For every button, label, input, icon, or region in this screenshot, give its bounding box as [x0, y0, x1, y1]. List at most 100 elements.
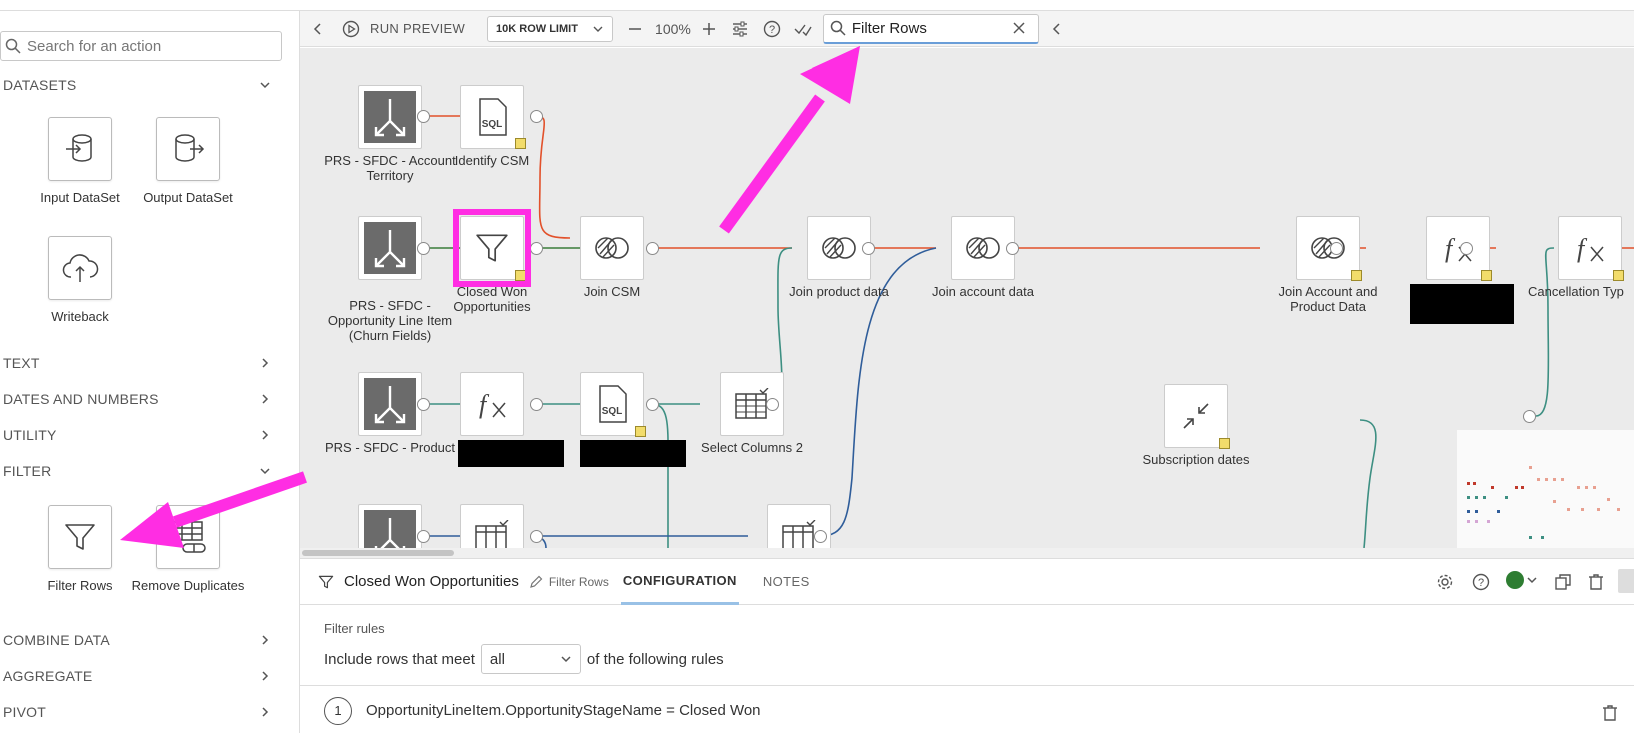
canvas-horizontal-scrollbar[interactable]: [300, 548, 1634, 558]
status-dot: [1506, 571, 1524, 589]
collapse-button[interactable]: [1051, 22, 1063, 36]
svg-text:?: ?: [769, 24, 775, 36]
chevron-down-icon: [260, 82, 270, 89]
node-join-csm[interactable]: [580, 216, 644, 280]
row-limit-dropdown[interactable]: 10K ROW LIMIT: [487, 15, 614, 42]
chevron-right-icon: [262, 394, 269, 404]
output-port[interactable]: [646, 242, 659, 255]
select-columns-icon: [782, 520, 816, 548]
search-icon: [5, 38, 21, 54]
canvas-search-box[interactable]: [822, 13, 1039, 44]
chevron-down-icon: [260, 468, 270, 475]
section-utility[interactable]: UTILITY: [3, 423, 271, 447]
section-pivot[interactable]: PIVOT: [3, 700, 271, 724]
output-port[interactable]: [1330, 242, 1343, 255]
help-button[interactable]: ?: [763, 20, 781, 38]
chevron-right-icon: [262, 671, 269, 681]
output-port[interactable]: [1460, 242, 1473, 255]
zoom-in-button[interactable]: [701, 21, 717, 37]
output-port[interactable]: [814, 530, 827, 543]
filter-rule[interactable]: 1 OpportunityLineItem.OpportunityStageNa…: [300, 685, 1634, 733]
tile-label: Remove Duplicates: [131, 578, 245, 593]
output-port[interactable]: [646, 398, 659, 411]
section-label: AGGREGATE: [3, 668, 93, 684]
tab-configuration[interactable]: CONFIGURATION: [620, 559, 739, 605]
help-button[interactable]: ?: [1472, 573, 1490, 596]
close-icon[interactable]: [1012, 21, 1026, 35]
canvas-search-input[interactable]: [851, 19, 1012, 37]
status-dropdown[interactable]: [1506, 571, 1538, 589]
plus-icon: [702, 22, 715, 35]
section-label: FILTER: [3, 463, 52, 479]
tile-output-dataset[interactable]: Output DataSet: [118, 117, 258, 205]
canvas-search[interactable]: [822, 13, 1039, 44]
output-port[interactable]: [862, 242, 875, 255]
section-text[interactable]: TEXT: [3, 351, 271, 375]
action-search[interactable]: [0, 31, 282, 61]
tile-remove-duplicates[interactable]: Remove Duplicates: [118, 505, 258, 593]
output-port[interactable]: [1523, 410, 1536, 423]
node-select-columns-row4[interactable]: [460, 504, 524, 548]
trash-icon: [1589, 574, 1603, 590]
row-limit-select[interactable]: 10K ROW LIMIT: [487, 15, 614, 42]
run-preview-button[interactable]: RUN PREVIEW: [342, 20, 465, 38]
tile-writeback[interactable]: Writeback: [10, 236, 150, 324]
output-port[interactable]: [530, 242, 543, 255]
minimap[interactable]: [1457, 430, 1634, 548]
settings-button[interactable]: [1436, 573, 1454, 596]
match-mode-select[interactable]: all: [480, 644, 581, 674]
note-icon[interactable]: [515, 138, 526, 149]
dataflow-canvas[interactable]: PRS - SFDC - Account Territory SQL Ident…: [300, 48, 1634, 548]
output-dataset-icon: [156, 117, 220, 181]
match-mode-value: all: [489, 650, 505, 668]
tab-notes[interactable]: NOTES: [763, 559, 810, 605]
duplicate-button[interactable]: [1554, 573, 1572, 596]
output-port[interactable]: [530, 530, 543, 543]
note-icon[interactable]: [1613, 270, 1624, 281]
output-port[interactable]: [417, 530, 430, 543]
node-formula-2[interactable]: f: [460, 372, 524, 436]
section-label: PIVOT: [3, 704, 47, 720]
output-port[interactable]: [1006, 242, 1019, 255]
output-port[interactable]: [530, 398, 543, 411]
formula-icon: f: [1577, 234, 1604, 263]
help-icon: ?: [763, 20, 781, 37]
copy-icon: [1555, 574, 1571, 590]
include-prefix: Include rows that meet: [324, 650, 475, 668]
action-search-input[interactable]: [27, 37, 267, 55]
output-port[interactable]: [417, 110, 430, 123]
chevron-down-icon: [1527, 577, 1537, 584]
note-icon[interactable]: [1351, 270, 1362, 281]
tile-name[interactable]: Closed Won Opportunities: [344, 573, 519, 590]
pencil-icon[interactable]: [529, 575, 543, 589]
note-icon[interactable]: [1219, 438, 1230, 449]
output-port[interactable]: [417, 242, 430, 255]
settings-sliders-button[interactable]: [731, 20, 749, 38]
note-icon[interactable]: [1481, 270, 1492, 281]
node-prs-product[interactable]: [358, 372, 422, 436]
delete-button[interactable]: [1588, 573, 1604, 596]
svg-text:?: ?: [1478, 577, 1484, 589]
section-dates-numbers[interactable]: DATES AND NUMBERS: [3, 387, 271, 411]
row-limit-value: 10K ROW LIMIT: [496, 22, 578, 35]
back-button[interactable]: [312, 22, 324, 36]
select-columns-icon: [475, 520, 509, 548]
section-filter[interactable]: FILTER: [3, 459, 271, 483]
node-prs-account-territory[interactable]: [358, 85, 422, 149]
section-datasets[interactable]: DATASETS: [3, 73, 271, 97]
node-dataset-row4[interactable]: [358, 504, 422, 548]
delete-rule-button[interactable]: [1602, 704, 1618, 726]
note-icon[interactable]: [635, 426, 646, 437]
validate-button[interactable]: [793, 20, 813, 38]
node-prs-opportunity[interactable]: [358, 216, 422, 280]
scrollbar-thumb[interactable]: [302, 550, 454, 556]
output-port[interactable]: [417, 398, 430, 411]
zoom-out-button[interactable]: [627, 21, 643, 37]
tile-config-panel: Closed Won Opportunities Filter Rows CON…: [300, 558, 1634, 733]
funnel-icon: [318, 575, 334, 588]
section-aggregate[interactable]: AGGREGATE: [3, 664, 271, 688]
section-combine-data[interactable]: COMBINE DATA: [3, 628, 271, 652]
panel-toggle[interactable]: [1618, 569, 1634, 593]
output-port[interactable]: [766, 398, 779, 411]
output-port[interactable]: [530, 110, 543, 123]
